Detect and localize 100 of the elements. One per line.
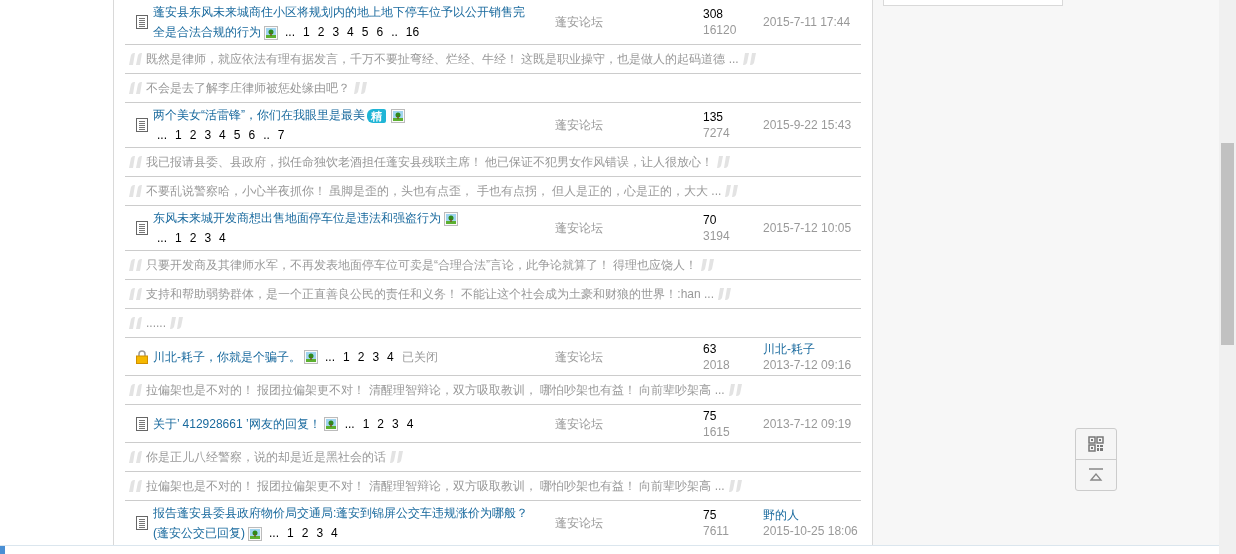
page-link[interactable]: 6 (248, 128, 256, 142)
page-link[interactable]: ... (344, 416, 355, 431)
quote-open-icon (129, 288, 143, 300)
page-link[interactable]: 3 (372, 349, 380, 364)
quote-close-icon (727, 384, 742, 396)
quote-open-icon (129, 384, 143, 396)
image-attachment-icon (323, 417, 338, 432)
thread-title-link[interactable]: 川北-耗子，你就是个骗子。 (153, 349, 301, 364)
quote-open-icon (129, 53, 143, 65)
page-link[interactable]: ... (285, 25, 295, 39)
last-poster-link[interactable]: 川北-耗子 (763, 340, 852, 357)
page-link[interactable]: 6 (376, 25, 384, 39)
quote-close-icon (700, 259, 715, 271)
image-attachment-icon (304, 350, 318, 365)
page-link[interactable]: 3 (204, 231, 212, 245)
view-count: 1615 (703, 423, 731, 440)
scrollbar-thumb[interactable] (1221, 143, 1234, 345)
quote-close-icon (389, 451, 403, 463)
reply-quote: 我已报请县委、县政府，拟任命独饮老酒担任蓬安县残联主席！ 他已保证不犯男女作风错误，让人很放心！ (146, 154, 714, 171)
page-link[interactable]: 5 (361, 25, 369, 39)
thread-title-link[interactable]: 关于’ 412928661 ’网友的回复！ (153, 416, 321, 431)
reply-quote: ...... (146, 315, 166, 332)
page-link[interactable]: .. (263, 128, 270, 142)
quote-close-icon (727, 480, 742, 492)
thread-title-link[interactable]: 全是合法合规的行为 (153, 25, 261, 39)
reply-quote: 支持和帮助弱势群体，是一个正直善良公民的责任和义务！ 不能让这个社会成为土豪和财狼的世界！:han ... (146, 286, 715, 303)
reply-count: 75 (703, 507, 718, 523)
reply-quote: 你是正儿八经警察，说的却是近是黑社会的话 (146, 449, 386, 466)
page-link[interactable]: 1 (175, 231, 182, 245)
page-link[interactable]: 3 (332, 25, 340, 39)
page-link[interactable]: 3 (204, 128, 212, 142)
quote-close-icon (169, 317, 183, 329)
reply-count: 135 (703, 109, 725, 125)
document-icon (136, 416, 148, 431)
document-icon (136, 118, 148, 132)
back-to-top-icon (1088, 468, 1104, 482)
thread-title-link[interactable]: 东风未来城开发商想出售地面停车位是违法和强盗行为 (153, 211, 441, 225)
page-link[interactable]: 3 (392, 416, 399, 431)
page-link[interactable]: 5 (233, 128, 241, 142)
page-link[interactable]: 4 (387, 349, 394, 364)
quote-close-icon (716, 156, 731, 168)
page-link[interactable]: 16 (405, 25, 420, 39)
quote-open-icon (129, 480, 143, 492)
view-count: 16120 (703, 22, 738, 38)
forum-name: 蓬安论坛 (555, 349, 603, 364)
page-link[interactable]: 2 (189, 128, 197, 142)
page-link[interactable]: ... (325, 349, 335, 364)
last-poster-link[interactable]: 野的人 (763, 507, 858, 523)
reply-count: 75 (703, 407, 718, 424)
quote-open-icon (129, 451, 143, 463)
thread-title-link[interactable]: 报告蓬安县委县政府物价局交通局:蓬安到锦屏公交车违规涨价为哪般？ (153, 506, 529, 520)
page-link[interactable]: 7 (277, 128, 285, 142)
page-link[interactable]: 2 (377, 416, 384, 431)
page-link[interactable]: .. (391, 25, 398, 39)
view-count: 7611 (703, 523, 730, 539)
page-link[interactable]: 4 (219, 231, 226, 245)
image-attachment-icon (264, 25, 278, 40)
page-link[interactable]: ... (269, 526, 279, 540)
image-attachment-icon (391, 108, 405, 123)
page-link[interactable]: 3 (316, 526, 324, 540)
reply-count: 308 (703, 6, 725, 22)
view-count: 3194 (703, 228, 731, 244)
quote-open-icon (129, 82, 143, 94)
post-date: 2015-10-25 18:06 (763, 523, 858, 539)
reply-count: 70 (703, 212, 718, 228)
lock-icon (136, 349, 148, 364)
post-date: 2015-7-11 17:44 (763, 14, 851, 30)
page-link[interactable]: 1 (362, 416, 370, 431)
digest-badge: 精 (367, 108, 386, 123)
page-link[interactable]: 2 (317, 25, 325, 39)
page-link[interactable]: 4 (219, 128, 226, 142)
page-link[interactable]: 2 (301, 526, 309, 540)
page-link[interactable]: 1 (287, 526, 294, 540)
page-link[interactable]: 2 (189, 231, 197, 245)
page-link[interactable]: 1 (175, 128, 182, 142)
page-link[interactable]: 1 (343, 349, 350, 364)
page-link[interactable]: 4 (406, 416, 414, 431)
forum-name: 蓬安论坛 (555, 221, 603, 235)
document-icon (136, 516, 148, 530)
page-link[interactable]: 4 (347, 25, 354, 39)
reply-quote: 只要开发商及其律师水军，不再发表地面停车位可卖是“合理合法”言论，此争论就算了！ 得理也应饶人！ (146, 257, 698, 274)
view-count: 7274 (703, 125, 731, 141)
thread-title-link[interactable]: (蓬安公交已回复) (153, 526, 245, 540)
qr-code-icon (1088, 436, 1104, 452)
closed-label: 已关闭 (401, 349, 438, 364)
page-link[interactable]: ... (157, 128, 167, 142)
post-date: 2013-7-12 09:19 (763, 415, 852, 432)
page-link[interactable]: 2 (357, 349, 365, 364)
page-link[interactable]: 4 (331, 526, 338, 540)
page-link[interactable]: 1 (303, 25, 310, 39)
document-icon (136, 221, 148, 235)
page-link[interactable]: ... (157, 231, 167, 245)
quote-close-icon (717, 288, 732, 300)
quote-open-icon (129, 317, 143, 329)
forum-name: 蓬安论坛 (555, 416, 603, 431)
thread-title-link[interactable]: 两个美女“活雷锋”，你们在我眼里是最美 (153, 108, 365, 122)
reply-quote: 拉偏架也是不对的！ 报团拉偏架更不对！ 清醒理智辩论，双方吸取教训， 哪怕吵架也有益！ 向前辈吵架高 ... (146, 478, 725, 495)
thread-title-link[interactable]: 蓬安县东风未来城商住小区将规划内的地上地下停车位予以公开销售完 (153, 5, 525, 19)
reply-quote: 拉偏架也是不对的！ 报团拉偏架更不对！ 清醒理智辩论，双方吸取教训， 哪怕吵架也有益！ 向前辈吵架高 ... (146, 382, 725, 399)
quote-open-icon (129, 185, 143, 197)
